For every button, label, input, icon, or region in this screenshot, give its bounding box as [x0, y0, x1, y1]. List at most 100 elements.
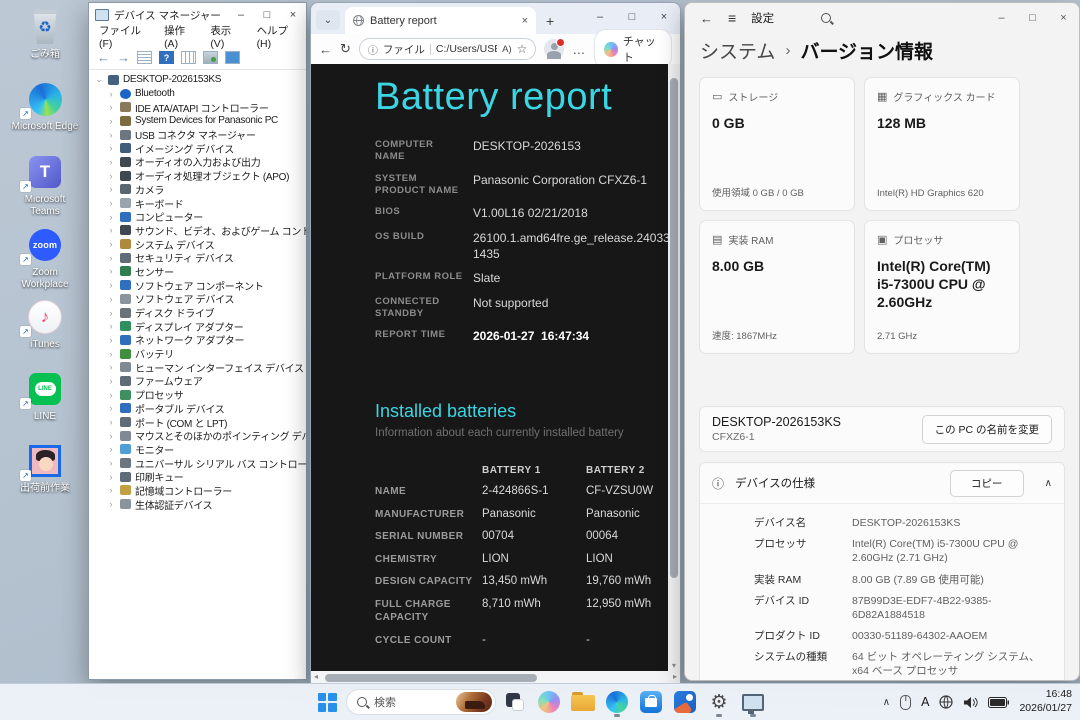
device-tree-item[interactable]: › サウンド、ビデオ、およびゲーム コントローラー [92, 224, 306, 238]
close-button[interactable]: × [648, 3, 680, 31]
expander-icon[interactable]: › [106, 198, 116, 208]
device-tree-item[interactable]: › イメージング デバイス [92, 141, 306, 155]
device-tree-item[interactable]: › セキュリティ デバイス [92, 251, 306, 265]
refresh-icon[interactable]: ↻ [340, 41, 351, 57]
device-tree-item[interactable]: › ディスプレイ アダプター [92, 319, 306, 333]
remote-computer-icon[interactable] [225, 51, 240, 64]
breadcrumb-system[interactable]: システム [700, 37, 775, 64]
expander-icon[interactable]: › [106, 472, 116, 482]
menu-item[interactable]: ヘルプ(H) [250, 23, 306, 50]
scrollbar-thumb[interactable] [670, 78, 678, 578]
menu-item[interactable]: ファイル(F) [92, 23, 157, 50]
help-icon[interactable]: ? [159, 51, 174, 64]
device-tree-item[interactable]: ⌄ DESKTOP-2026153KS [92, 73, 306, 87]
expander-icon[interactable]: › [106, 280, 116, 290]
expander-icon[interactable]: › [106, 349, 116, 359]
device-tree-item[interactable]: › バッテリ [92, 347, 306, 361]
device-tree-item[interactable]: › 生体認証デバイス [92, 497, 306, 511]
more-menu-icon[interactable]: … [572, 42, 586, 57]
scroll-down-icon[interactable]: ▾ [668, 661, 680, 670]
scroll-right-icon[interactable]: ▸ [673, 672, 677, 681]
expander-icon[interactable]: › [106, 225, 116, 235]
device-tree-item[interactable]: › 印刷キュー [92, 470, 306, 484]
expander-icon[interactable]: › [106, 184, 116, 194]
expander-icon[interactable]: › [106, 157, 116, 167]
device-tree-item[interactable]: › ヒューマン インターフェイス デバイス [92, 360, 306, 374]
scan-hardware-icon[interactable] [203, 51, 218, 64]
device-tree-item[interactable]: › System Devices for Panasonic PC [92, 114, 306, 128]
start-button[interactable] [312, 687, 342, 717]
expander-icon[interactable]: › [106, 390, 116, 400]
vertical-scrollbar[interactable]: ▾ [668, 64, 680, 671]
back-icon[interactable]: ← [700, 11, 713, 26]
device-tree-item[interactable]: › オーディオ処理オブジェクト (APO) [92, 169, 306, 183]
device-tree-item[interactable]: › コンピューター [92, 210, 306, 224]
expander-icon[interactable]: › [106, 266, 116, 276]
read-aloud-icon[interactable]: A) [502, 44, 512, 55]
taskbar-search[interactable]: 検索 [346, 689, 496, 715]
desktop-icon-recycle-bin[interactable]: ♻ ごみ箱 [10, 8, 80, 61]
desktop-icon-teams[interactable]: T↗ Microsoft Teams [10, 153, 80, 217]
volume-icon[interactable] [963, 696, 978, 709]
forward-icon[interactable]: → [117, 51, 130, 64]
network-globe-icon[interactable] [939, 695, 953, 709]
expander-icon[interactable]: › [106, 89, 116, 99]
device-tree-item[interactable]: › ネットワーク アダプター [92, 333, 306, 347]
expander-icon[interactable]: › [106, 335, 116, 345]
device-tree-item[interactable]: › マウスとそのほかのポインティング デバイス [92, 429, 306, 443]
device-tree-item[interactable]: › センサー [92, 265, 306, 279]
device-tree-item[interactable]: › オーディオの入力および出力 [92, 155, 306, 169]
device-tree-item[interactable]: › ディスク ドライブ [92, 306, 306, 320]
maximize-button[interactable]: □ [616, 3, 648, 31]
hidden-icons-chevron[interactable]: ∧ [883, 697, 890, 708]
desktop-icon-zoom[interactable]: zoom↗ Zoom Workplace [10, 226, 80, 290]
device-spec-header[interactable]: ⓘ デバイスの仕様 コピー ∧ [700, 463, 1064, 503]
expander-icon[interactable]: › [106, 294, 116, 304]
device-tree-item[interactable]: › IDE ATA/ATAPI コントローラー [92, 100, 306, 114]
device-tree-item[interactable]: › ポータブル デバイス [92, 402, 306, 416]
desktop-icon-edge[interactable]: ↗ Microsoft Edge [10, 80, 80, 133]
device-tree-item[interactable]: › ポート (COM と LPT) [92, 415, 306, 429]
rename-pc-button[interactable]: この PC の名前を変更 [922, 415, 1052, 444]
address-bar[interactable]: ⓘ ファイル C:/Users/USER/... A) ☆ [359, 38, 537, 60]
expander-icon[interactable]: › [106, 431, 116, 441]
mouse-tray-icon[interactable] [900, 695, 911, 710]
menu-item[interactable]: 表示(V) [203, 23, 249, 50]
task-view-button[interactable] [500, 687, 530, 717]
copilot-chat-button[interactable]: チャット [594, 29, 672, 69]
properties-icon[interactable] [181, 51, 196, 64]
minimize-button[interactable]: – [986, 3, 1017, 33]
hamburger-menu-icon[interactable]: ≡ [728, 10, 736, 26]
scroll-left-icon[interactable]: ◂ [314, 672, 318, 681]
paint-button[interactable] [670, 687, 700, 717]
desktop-icon-line[interactable]: LINE↗ LINE [10, 370, 80, 423]
device-tree-item[interactable]: › システム デバイス [92, 237, 306, 251]
device-tree-item[interactable]: › ファームウェア [92, 374, 306, 388]
browser-tab[interactable]: Battery report × [345, 7, 536, 34]
expander-icon[interactable]: › [106, 253, 116, 263]
expander-icon[interactable]: › [106, 485, 116, 495]
search-icon[interactable] [821, 13, 831, 23]
clock[interactable]: 16:48 2026/01/27 [1019, 688, 1072, 715]
device-tree-item[interactable]: › 記憶域コントローラー [92, 484, 306, 498]
copilot-button[interactable] [534, 687, 564, 717]
device-tree-item[interactable]: › モニター [92, 443, 306, 457]
device-tree-item[interactable]: › USB コネクタ マネージャー [92, 128, 306, 142]
device-manager-button[interactable] [738, 687, 768, 717]
expander-icon[interactable]: › [106, 102, 116, 112]
expander-icon[interactable]: › [106, 308, 116, 318]
back-icon[interactable]: ← [319, 42, 332, 57]
battery-icon[interactable] [988, 697, 1009, 708]
device-tree-item[interactable]: › ソフトウェア コンポーネント [92, 278, 306, 292]
expander-icon[interactable]: ⌄ [94, 74, 104, 85]
tab-close-icon[interactable]: × [522, 15, 528, 27]
profile-avatar[interactable] [544, 39, 564, 59]
favorite-star-icon[interactable]: ☆ [517, 42, 528, 56]
expander-icon[interactable]: › [106, 130, 116, 140]
tab-search-dropdown-icon[interactable]: ⌄ [316, 10, 340, 30]
device-tree-item[interactable]: › ソフトウェア デバイス [92, 292, 306, 306]
expander-icon[interactable]: › [106, 212, 116, 222]
new-tab-button[interactable]: + [546, 14, 554, 28]
expander-icon[interactable]: › [106, 143, 116, 153]
list-view-icon[interactable] [137, 51, 152, 64]
